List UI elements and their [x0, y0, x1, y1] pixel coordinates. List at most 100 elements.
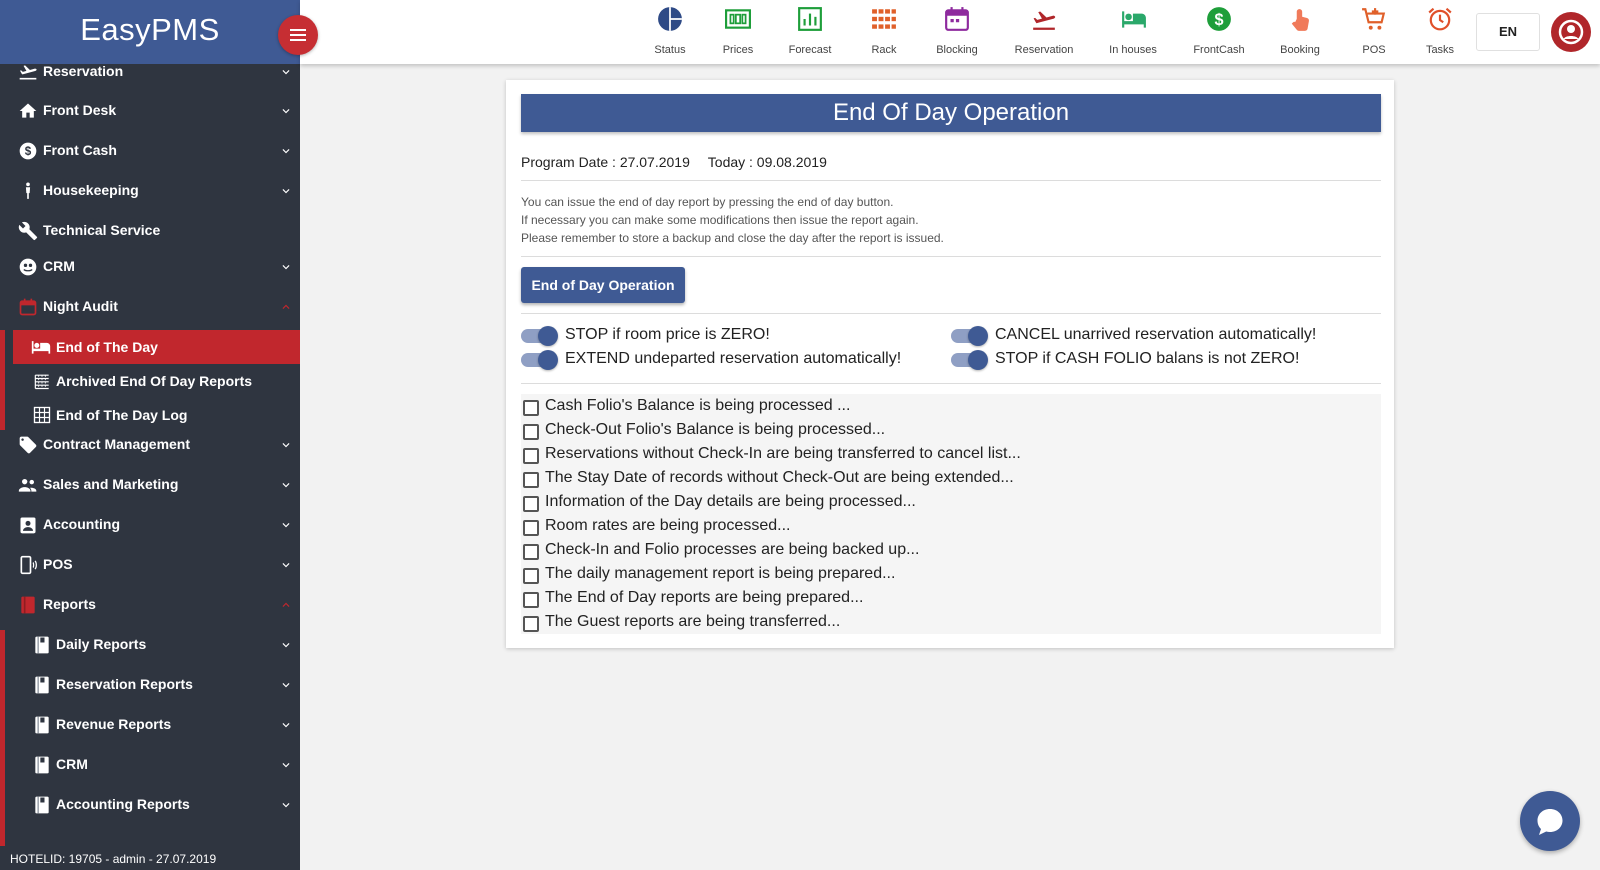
sidebar-item-front-cash[interactable]: $ Front Cash	[0, 131, 300, 171]
checklist-item[interactable]: Information of the Day details are being…	[521, 492, 1381, 514]
toolbar-in-houses-button[interactable]: In houses	[1093, 0, 1173, 64]
toolbar-prices-button[interactable]: Prices	[708, 0, 768, 64]
dollar-circle-icon: $	[19, 142, 37, 160]
checklist-item[interactable]: The daily management report is being pre…	[521, 564, 1381, 586]
people-icon	[18, 479, 37, 492]
checklist-item[interactable]: The Stay Date of records without Check-O…	[521, 468, 1381, 490]
toolbar-frontcash-button[interactable]: $ FrontCash	[1179, 0, 1259, 64]
sidebar-item-accounting-reports[interactable]: Accounting Reports	[0, 785, 300, 825]
toggle-label: STOP if CASH FOLIO balans is not ZERO!	[995, 350, 1300, 367]
svg-text:$: $	[1214, 11, 1223, 29]
toggle-switch[interactable]	[521, 350, 558, 370]
toolbar-rack-button[interactable]: Rack	[854, 0, 914, 64]
tag-icon	[19, 436, 37, 454]
sidebar-item-technical-service[interactable]: Technical Service	[0, 211, 300, 251]
book-icon	[35, 636, 49, 654]
divider	[521, 313, 1381, 314]
sidebar-item-front-desk[interactable]: Front Desk	[0, 91, 300, 131]
book-icon	[35, 796, 49, 814]
today-date: Today : 09.08.2019	[707, 154, 827, 170]
sidebar-item-reservation-reports[interactable]: Reservation Reports	[0, 665, 300, 705]
sidebar-item-night-audit[interactable]: Night Audit	[0, 287, 300, 327]
checklist-item[interactable]: The End of Day reports are being prepare…	[521, 588, 1381, 610]
book-icon	[21, 596, 35, 614]
checklist-item-label: Check-In and Folio processes are being b…	[545, 541, 920, 558]
toolbar-status-button[interactable]: Status	[640, 0, 700, 64]
book-icon	[35, 716, 49, 734]
sidebar-item-housekeeping[interactable]: Housekeeping	[0, 171, 300, 211]
checkbox[interactable]	[523, 568, 539, 584]
checklist-item[interactable]: The Guest reports are being transferred.…	[521, 612, 1381, 634]
checklist-item-label: Check-Out Folio's Balance is being proce…	[545, 421, 886, 438]
toolbar-label: Tasks	[1425, 44, 1455, 56]
toolbar-tasks-button[interactable]: Tasks	[1410, 0, 1470, 64]
checklist-item-label: Reservations without Check-In are being …	[545, 445, 1021, 462]
toolbar-reservation-button[interactable]: Reservation	[1004, 0, 1084, 64]
sidebar-item-end-of-the-day[interactable]: End of The Day	[13, 330, 300, 364]
checklist-item-label: The End of Day reports are being prepare…	[545, 589, 864, 606]
menu-toggle-button[interactable]	[278, 15, 318, 55]
book-icon	[35, 756, 49, 774]
brand-header: EasyPMS	[0, 0, 300, 64]
sidebar-item-reports[interactable]: Reports	[0, 585, 300, 625]
sidebar-item-label: Front Desk	[43, 102, 117, 118]
sidebar-item-revenue-reports[interactable]: Revenue Reports	[0, 705, 300, 745]
sidebar-item-label: Daily Reports	[56, 636, 147, 652]
sidebar-item-label: Housekeeping	[43, 182, 139, 198]
sidebar-item-archived-reports[interactable]: Archived End Of Day Reports	[0, 364, 300, 398]
chevron-down-icon	[282, 643, 290, 648]
checkbox[interactable]	[523, 592, 539, 608]
sidebar-item-contract-management[interactable]: Contract Management	[0, 425, 300, 465]
checklist-item-label: The Guest reports are being transferred.…	[545, 613, 841, 630]
toolbar-label: Rack	[871, 44, 897, 56]
user-menu-button[interactable]	[1551, 12, 1591, 52]
chevron-down-icon	[282, 189, 290, 194]
toolbar-label: Booking	[1280, 44, 1320, 56]
sidebar-item-crm[interactable]: CRM	[0, 247, 300, 287]
dollar-circle-icon: $	[1207, 7, 1231, 31]
sidebar-item-crm-reports[interactable]: CRM	[0, 745, 300, 785]
checkbox[interactable]	[523, 400, 539, 416]
toolbar-label: POS	[1362, 44, 1386, 56]
checkbox[interactable]	[523, 424, 539, 440]
checkbox[interactable]	[523, 472, 539, 488]
toggle-switch[interactable]	[521, 326, 558, 346]
toggle-label: EXTEND undeparted reservation automatica…	[565, 350, 902, 367]
checkbox[interactable]	[523, 616, 539, 632]
checkbox[interactable]	[523, 496, 539, 512]
checklist-item[interactable]: Check-In and Folio processes are being b…	[521, 540, 1381, 562]
toggle-switch[interactable]	[951, 350, 988, 370]
sidebar-item-daily-reports[interactable]: Daily Reports	[0, 625, 300, 665]
instruction-line: Please remember to store a backup and cl…	[521, 231, 944, 245]
chat-button[interactable]	[1520, 791, 1580, 851]
checklist-item[interactable]: Reservations without Check-In are being …	[521, 444, 1381, 466]
toolbar-forecast-button[interactable]: Forecast	[780, 0, 840, 64]
sidebar-item-sales-marketing[interactable]: Sales and Marketing	[0, 465, 300, 505]
sidebar-item-label: End of The Day	[56, 339, 158, 355]
sidebar-item-accounting[interactable]: Accounting	[0, 505, 300, 545]
brand-name: EasyPMS	[80, 12, 220, 47]
toolbar-booking-button[interactable]: Booking	[1260, 0, 1340, 64]
checklist-item[interactable]: Cash Folio's Balance is being processed …	[521, 396, 1381, 418]
sidebar-item-pos[interactable]: POS	[0, 545, 300, 585]
sidebar-item-label: Sales and Marketing	[43, 476, 179, 492]
language-selector[interactable]: EN	[1476, 13, 1540, 51]
toolbar-label: Prices	[722, 44, 754, 56]
sidebar-item-label: Contract Management	[43, 436, 191, 452]
checklist-item[interactable]: Check-Out Folio's Balance is being proce…	[521, 420, 1381, 442]
toolbar-blocking-button[interactable]: Blocking	[927, 0, 987, 64]
checkbox[interactable]	[523, 544, 539, 560]
toggle-switch[interactable]	[951, 326, 988, 346]
end-of-day-card: End Of Day Operation Program Date : 27.0…	[506, 80, 1394, 648]
money-icon	[725, 9, 751, 29]
chevron-down-icon	[282, 70, 290, 75]
process-checklist: Cash Folio's Balance is being processed …	[521, 394, 1381, 634]
checkbox[interactable]	[523, 448, 539, 464]
toolbar-label: Forecast	[788, 44, 832, 56]
touch-icon	[1291, 9, 1309, 31]
instructions: You can issue the end of day report by p…	[521, 193, 944, 247]
toolbar-pos-button[interactable]: POS	[1344, 0, 1404, 64]
checkbox[interactable]	[523, 520, 539, 536]
checklist-item[interactable]: Room rates are being processed...	[521, 516, 1381, 538]
end-of-day-operation-button[interactable]: End of Day Operation	[521, 267, 685, 303]
